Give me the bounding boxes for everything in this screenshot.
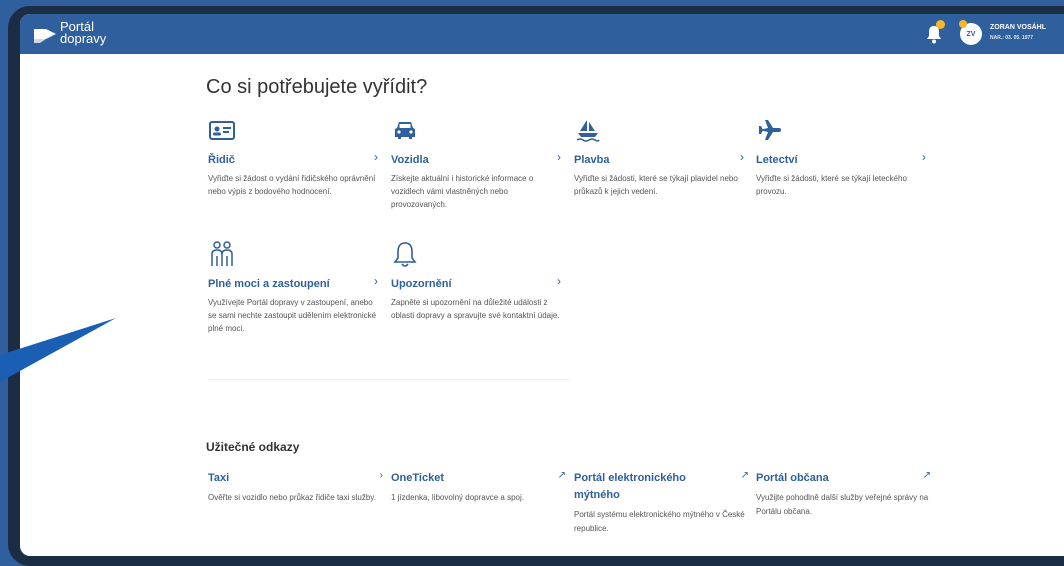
external-link-icon: ↗ xyxy=(740,470,749,481)
card-letectvi[interactable]: Letectví › Vyřiďte si žádosti, které se … xyxy=(756,116,926,198)
top-bar: Portál dopravy ZV ZORAN VOSÁHL NAR.: 03.… xyxy=(20,14,1064,54)
link-title: Portál elektronického mýtného xyxy=(574,472,686,501)
bell-outline-icon xyxy=(393,242,417,267)
notification-badge xyxy=(936,20,945,29)
card-title: Letectví xyxy=(756,154,798,166)
boat-icon xyxy=(576,120,600,142)
card-desc: Vyřiďte si žádosti, které se týkají lete… xyxy=(756,174,907,196)
id-card-icon xyxy=(209,121,235,140)
people-icon xyxy=(211,241,233,266)
card-ridic[interactable]: Řidič › Vyřiďte si žádost o vydání řidič… xyxy=(208,116,378,198)
card-vozidla[interactable]: Vozidla › Získejte aktuální i historické… xyxy=(391,116,561,211)
portal-logo-text[interactable]: Portál dopravy xyxy=(60,20,107,46)
page-title: Co si potřebujete vyřídit? xyxy=(206,76,428,98)
link-taxi[interactable]: Taxi › Ověřte si vozidlo nebo průkaz řid… xyxy=(208,470,383,505)
logo-line2: dopravy xyxy=(60,31,107,46)
airplane-icon xyxy=(759,120,781,140)
screen: Portál dopravy ZV ZORAN VOSÁHL NAR.: 03.… xyxy=(20,14,1064,556)
car-icon xyxy=(395,122,415,139)
card-title: Plné moci a zastoupení xyxy=(208,278,330,290)
card-desc: Využívejte Portál dopravy v zastoupení, … xyxy=(208,298,377,333)
avatar-badge xyxy=(959,20,967,28)
link-title: Taxi xyxy=(208,472,230,484)
link-portal-obcana[interactable]: Portál občana ↗ Využijte pohodlně další … xyxy=(756,470,931,519)
chevron-right-icon: › xyxy=(740,150,744,164)
card-desc: Vyřiďte si žádosti, které se týkají plav… xyxy=(574,174,738,196)
link-desc: 1 jízdenka, libovolný dopravce a spoj. xyxy=(391,493,524,502)
chevron-right-icon: › xyxy=(557,274,561,288)
chevron-right-icon: › xyxy=(922,150,926,164)
card-desc: Zapněte si upozornění na důležité událos… xyxy=(391,298,560,320)
external-link-icon: ↗ xyxy=(922,470,931,481)
link-desc: Využijte pohodlně další služby veřejné s… xyxy=(756,493,929,516)
link-title: OneTicket xyxy=(391,472,444,484)
card-title: Vozidla xyxy=(391,154,429,166)
link-desc: Ověřte si vozidlo nebo průkaz řidiče tax… xyxy=(208,493,376,502)
chevron-right-icon: › xyxy=(379,470,383,481)
card-plavba[interactable]: Plavba › Vyřiďte si žádosti, které se tý… xyxy=(574,116,744,198)
link-desc: Portál systému elektronického mýtného v … xyxy=(574,510,745,533)
user-name[interactable]: ZORAN VOSÁHL xyxy=(990,24,1046,31)
chevron-right-icon: › xyxy=(374,274,378,288)
portal-logo-icon[interactable] xyxy=(34,23,56,45)
card-upozorneni[interactable]: Upozornění › Zapněte si upozornění na dů… xyxy=(391,240,561,322)
user-dob: NAR.: 03. 05. 1977 xyxy=(990,35,1034,41)
chevron-right-icon: › xyxy=(374,150,378,164)
card-desc: Vyřiďte si žádost o vydání řidičského op… xyxy=(208,174,376,196)
card-plne-moci[interactable]: Plné moci a zastoupení › Využívejte Port… xyxy=(208,240,378,335)
useful-links-heading: Užitečné odkazy xyxy=(206,440,300,454)
card-desc: Získejte aktuální i historické informace… xyxy=(391,174,534,209)
external-link-icon: ↗ xyxy=(557,470,566,481)
chevron-right-icon: › xyxy=(557,150,561,164)
card-title: Plavba xyxy=(574,154,610,166)
card-title: Řidič xyxy=(208,154,235,166)
link-oneticket[interactable]: OneTicket ↗ 1 jízdenka, libovolný doprav… xyxy=(391,470,566,505)
pointer-arrow-annotation xyxy=(0,318,116,382)
link-title: Portál občana xyxy=(756,472,829,484)
card-title: Upozornění xyxy=(391,278,452,290)
link-mytne[interactable]: Portál elektronického mýtného ↗ Portál s… xyxy=(574,470,749,536)
divider xyxy=(208,379,570,380)
